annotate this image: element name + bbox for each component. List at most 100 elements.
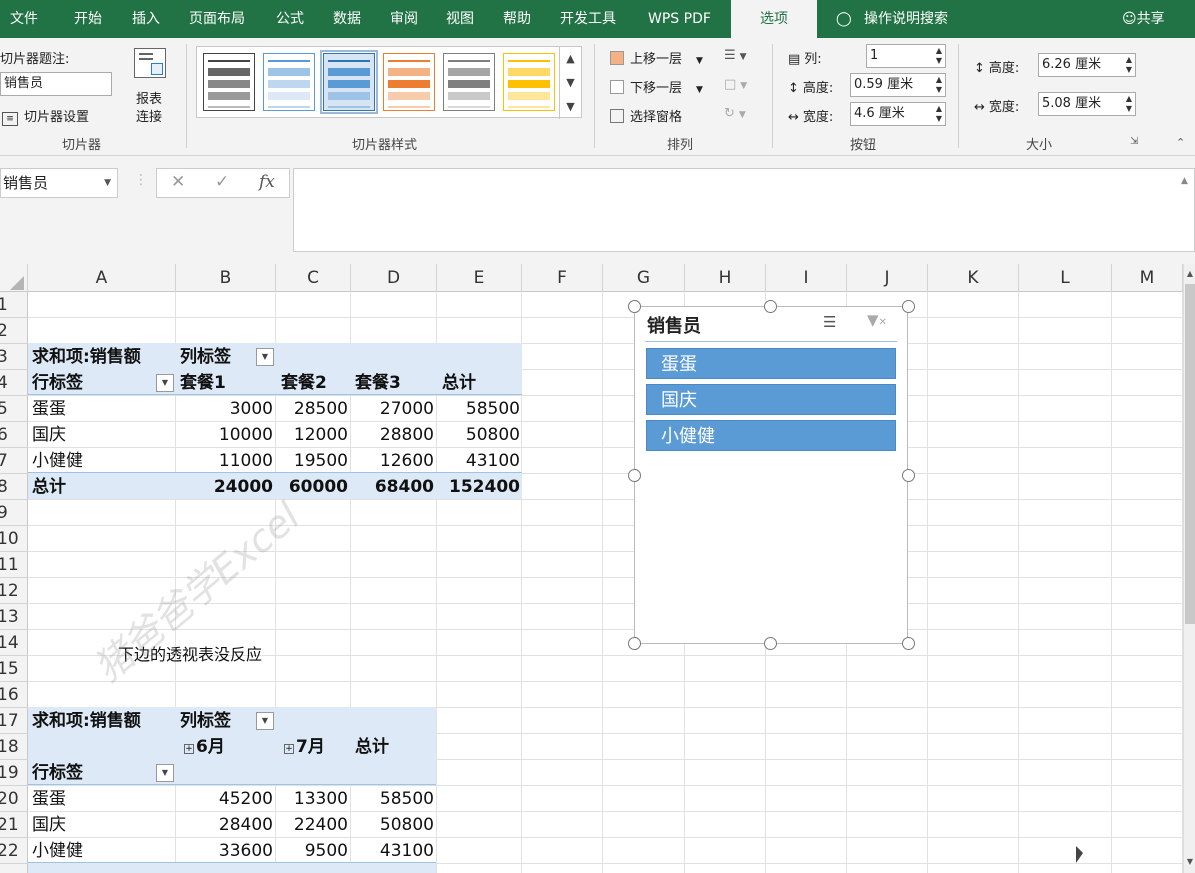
pivot1-total-value[interactable]: 152400	[437, 474, 520, 500]
slicer-salesperson[interactable]: 销售员 ☰ ▼✕ 蛋蛋 国庆 小健健	[634, 306, 908, 644]
pivot1-total-value[interactable]: 68400	[351, 474, 434, 500]
row-header-2[interactable]: 2	[0, 318, 28, 344]
pivot2-col-header[interactable]: 总计	[355, 734, 389, 760]
pivot1-sum-header[interactable]: 求和项:销售额	[32, 344, 141, 370]
tab-page-layout[interactable]: 页面布局	[189, 0, 245, 38]
tab-file[interactable]: 文件	[10, 0, 38, 38]
slicer-height-input[interactable]: 6.26 厘米 ▲ ▼	[1038, 53, 1136, 77]
pivot1-value[interactable]: 28500	[276, 396, 348, 422]
row-header-7[interactable]: 7	[0, 448, 28, 474]
pivot2-row-name[interactable]: 小健健	[32, 838, 83, 864]
report-connections-button[interactable]: 报表 连接	[130, 46, 170, 126]
scroll-up-icon[interactable]: ▲	[1184, 266, 1195, 282]
pivot1-value[interactable]: 58500	[437, 396, 520, 422]
send-backward-button[interactable]: 下移一层 ▼	[610, 77, 703, 96]
filter-dropdown-icon[interactable]: ▼	[156, 764, 174, 782]
spinner-icon[interactable]: ▲ ▼	[1126, 55, 1132, 75]
collapse-ribbon-icon[interactable]: ⌃	[1176, 136, 1185, 149]
name-box[interactable]: 销售员 ▼	[0, 168, 118, 198]
pivot1-col-header[interactable]: 套餐1	[180, 370, 226, 396]
pivot1-col-header[interactable]: 套餐3	[355, 370, 401, 396]
pivot1-value[interactable]: 11000	[176, 448, 273, 474]
pivot2-value[interactable]: 58500	[351, 786, 434, 812]
slicer-item[interactable]: 国庆	[646, 384, 896, 415]
rotate-button[interactable]: ↻ ▼	[724, 106, 746, 121]
column-header-c[interactable]: C	[276, 264, 351, 292]
gallery-more-icon[interactable]: ▼	[559, 95, 581, 119]
row-header-18[interactable]: 18	[0, 734, 28, 760]
selection-pane-button[interactable]: 选择窗格	[610, 106, 682, 125]
pivot1-row-name[interactable]: 国庆	[32, 422, 66, 448]
pivot1-value[interactable]: 43100	[437, 448, 520, 474]
row-header-12[interactable]: 12	[0, 578, 28, 604]
row-header-partial[interactable]	[0, 864, 28, 873]
spinner-icon[interactable]: ▲ ▼	[1126, 94, 1132, 114]
pivot2-value[interactable]: 9500	[276, 838, 348, 864]
tab-wps-pdf[interactable]: WPS PDF	[648, 0, 711, 38]
column-header-a[interactable]: A	[28, 264, 176, 292]
button-width-input[interactable]: 4.6 厘米 ▲ ▼	[850, 102, 946, 126]
resize-handle[interactable]	[902, 469, 915, 482]
column-header-h[interactable]: H	[685, 264, 766, 292]
dialog-launcher-icon[interactable]: ⇲	[1130, 136, 1138, 147]
pivot2-row-label[interactable]: 行标签	[32, 760, 83, 786]
pivot2-value[interactable]: 22400	[276, 812, 348, 838]
slicer-item[interactable]: 小健健	[646, 420, 896, 451]
tab-formulas[interactable]: 公式	[276, 0, 304, 38]
slicer-style-gray[interactable]	[443, 53, 495, 111]
row-header-10[interactable]: 10	[0, 526, 28, 552]
row-header-21[interactable]: 21	[0, 812, 28, 838]
clear-filter-icon[interactable]: ▼✕	[867, 311, 887, 329]
pivot2-value[interactable]: 13300	[276, 786, 348, 812]
pivot1-value[interactable]: 50800	[437, 422, 520, 448]
filter-dropdown-icon[interactable]: ▼	[256, 348, 274, 366]
slicer-settings-button[interactable]: ≡ 切片器设置	[2, 106, 89, 126]
expand-plus-icon[interactable]: +	[284, 744, 294, 754]
tab-help[interactable]: 帮助	[503, 0, 531, 38]
pivot2-row-name[interactable]: 蛋蛋	[32, 786, 66, 812]
resize-handle[interactable]	[764, 637, 777, 650]
row-header-22[interactable]: 22	[0, 838, 28, 864]
expand-plus-icon[interactable]: +	[184, 744, 194, 754]
spinner-icon[interactable]: ▲ ▼	[936, 75, 942, 95]
column-header-e[interactable]: E	[437, 264, 522, 292]
row-header-13[interactable]: 13	[0, 604, 28, 630]
resize-handle[interactable]	[902, 637, 915, 650]
pivot1-row-name[interactable]: 蛋蛋	[32, 396, 66, 422]
pivot2-sum-header[interactable]: 求和项:销售额	[32, 708, 141, 734]
tab-home[interactable]: 开始	[74, 0, 102, 38]
pivot1-total-value[interactable]: 24000	[176, 474, 273, 500]
row-header-6[interactable]: 6	[0, 422, 28, 448]
column-header-b[interactable]: B	[176, 264, 276, 292]
row-header-5[interactable]: 5	[0, 396, 28, 422]
column-header-m[interactable]: M	[1112, 264, 1183, 292]
align-button[interactable]: ☰ ▼	[724, 48, 747, 63]
column-header-l[interactable]: L	[1019, 264, 1112, 292]
pivot1-total-label[interactable]: 总计	[32, 474, 66, 500]
row-header-19[interactable]: 19	[0, 760, 28, 786]
column-header-i[interactable]: I	[766, 264, 847, 292]
tell-me-search[interactable]: ◯ 操作说明搜索	[836, 0, 948, 38]
row-header-14[interactable]: 14	[0, 630, 28, 656]
pivot2-value[interactable]: 28400	[176, 812, 273, 838]
column-header-k[interactable]: K	[928, 264, 1019, 292]
row-header-15[interactable]: 15	[0, 656, 28, 682]
spinner-icon[interactable]: ▲ ▼	[936, 104, 942, 124]
row-header-20[interactable]: 20	[0, 786, 28, 812]
columns-input[interactable]: 1 ▲ ▼	[866, 44, 946, 68]
row-header-8[interactable]: 8	[0, 474, 28, 500]
scroll-thumb[interactable]	[1185, 284, 1195, 624]
pivot2-col-label[interactable]: 列标签	[180, 708, 231, 734]
pivot1-col-label[interactable]: 列标签	[180, 344, 231, 370]
slicer-style-light-blue[interactable]	[263, 53, 315, 111]
filter-dropdown-icon[interactable]: ▼	[156, 374, 174, 392]
pivot1-col-header[interactable]: 套餐2	[281, 370, 327, 396]
spinner-icon[interactable]: ▲ ▼	[936, 46, 942, 66]
chevron-down-icon[interactable]: ▼	[559, 71, 581, 95]
filter-dropdown-icon[interactable]: ▼	[256, 712, 274, 730]
pivot1-value[interactable]: 3000	[176, 396, 273, 422]
tab-options[interactable]: 选项	[731, 0, 817, 38]
slicer-width-input[interactable]: 5.08 厘米 ▲ ▼	[1038, 92, 1136, 116]
resize-handle[interactable]	[764, 300, 777, 313]
row-header-17[interactable]: 17	[0, 708, 28, 734]
